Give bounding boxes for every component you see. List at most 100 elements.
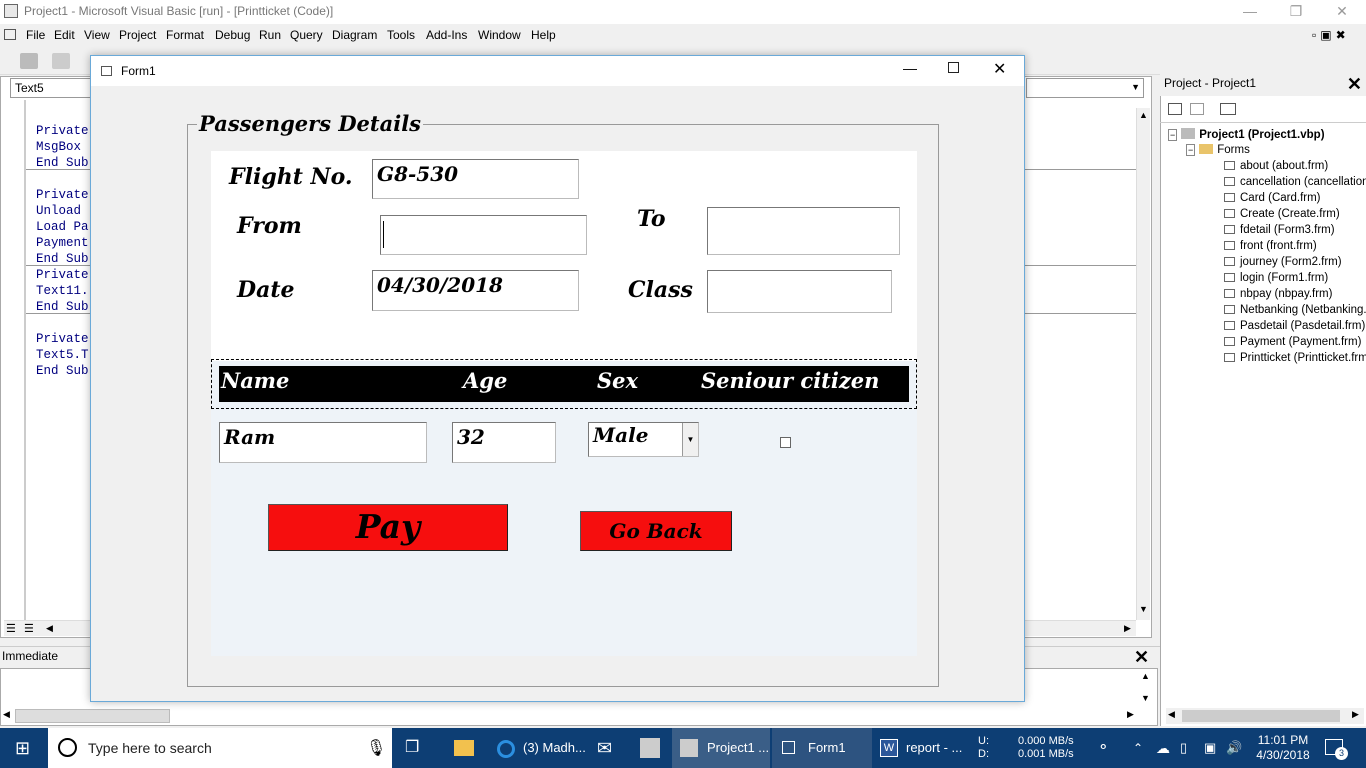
taskbar-app-form1[interactable]: Form1 — [772, 728, 872, 768]
sex-select[interactable]: Male ▼ — [588, 422, 699, 457]
pay-button[interactable]: Pay — [268, 504, 508, 551]
mail-icon[interactable]: ✉ — [597, 728, 612, 768]
form-node[interactable]: nbpay (nbpay.frm) — [1224, 288, 1332, 300]
taskbar-app-icon[interactable] — [640, 738, 660, 758]
hscroll-thumb[interactable] — [15, 709, 170, 723]
code-line[interactable]: Payment — [36, 235, 89, 251]
minimize-icon[interactable]: — — [1227, 0, 1273, 24]
view-code-icon[interactable] — [1168, 103, 1182, 115]
code-line[interactable]: Unload — [36, 203, 81, 219]
toggle-folders-icon[interactable] — [1220, 103, 1236, 115]
collapse-icon[interactable]: − — [1168, 129, 1178, 141]
code-line[interactable]: Private — [36, 331, 89, 347]
form-node[interactable]: cancellation (cancellation. — [1224, 176, 1366, 188]
code-line[interactable]: Text5.T — [36, 347, 89, 363]
chevron-up-icon[interactable]: ⌃ — [1133, 728, 1143, 768]
menu-help[interactable]: Help — [531, 28, 556, 42]
senior-checkbox[interactable] — [780, 437, 791, 448]
clock[interactable]: 11:01 PM 4/30/2018 — [1254, 733, 1312, 763]
hscroll-thumb[interactable] — [1182, 710, 1340, 722]
project-hscrollbar[interactable]: ◀ ▶ — [1166, 708, 1364, 724]
scroll-left-icon[interactable]: ◀ — [3, 709, 10, 720]
scroll-down-icon[interactable]: ▼ — [1139, 604, 1148, 614]
view-object-icon[interactable] — [1190, 103, 1204, 115]
mdi-controls-icon[interactable]: ▫▣✖ — [1312, 28, 1350, 42]
form-node[interactable]: journey (Form2.frm) — [1224, 256, 1342, 268]
to-input[interactable] — [707, 207, 900, 255]
form-node[interactable]: fdetail (Form3.frm) — [1224, 224, 1335, 236]
project-root-node[interactable]: − Project1 (Project1.vbp) — [1168, 128, 1325, 141]
scroll-left-icon[interactable]: ◀ — [46, 623, 53, 634]
code-line[interactable]: MsgBox — [36, 139, 81, 155]
scroll-up-icon[interactable]: ▲ — [1141, 671, 1150, 681]
battery-icon[interactable]: ▯ — [1180, 728, 1187, 768]
code-line[interactable]: Text11. — [36, 283, 89, 299]
windows-start-icon[interactable]: ⊞ — [15, 728, 35, 768]
form-node[interactable]: Card (Card.frm) — [1224, 192, 1321, 204]
scroll-right-icon[interactable]: ▶ — [1124, 623, 1131, 634]
scroll-down-icon[interactable]: ▼ — [1141, 693, 1150, 703]
chevron-down-icon[interactable]: ▼ — [682, 423, 698, 456]
menu-file[interactable]: File — [26, 28, 45, 42]
toolbar-icon[interactable] — [52, 53, 70, 69]
code-vscrollbar[interactable]: ▲ ▼ — [1136, 108, 1150, 620]
restore-icon[interactable]: ❐ — [1273, 0, 1319, 24]
form-node[interactable]: about (about.frm) — [1224, 160, 1328, 172]
procedure-view-icon[interactable]: ☰ — [6, 622, 16, 635]
scroll-up-icon[interactable]: ▲ — [1139, 110, 1148, 120]
age-input[interactable]: 32 — [452, 422, 556, 463]
scroll-right-icon[interactable]: ▶ — [1127, 709, 1134, 720]
menu-debug[interactable]: Debug — [215, 28, 250, 42]
form-node[interactable]: Netbanking (Netbanking.f — [1224, 304, 1366, 316]
collapse-icon[interactable]: − — [1186, 144, 1196, 156]
toolbar-icon[interactable] — [20, 53, 38, 69]
close-icon[interactable]: ✕ — [993, 59, 1006, 79]
scroll-right-icon[interactable]: ▶ — [1352, 709, 1359, 720]
go-back-button[interactable]: Go Back — [580, 511, 732, 551]
task-view-icon[interactable]: ❐ — [405, 728, 419, 768]
people-icon[interactable]: ⚬ — [1097, 728, 1110, 768]
flight-input[interactable]: G8-530 — [372, 159, 579, 199]
taskbar-app-project1[interactable]: Project1 ... — [672, 728, 770, 768]
form-node[interactable]: Printticket (Printticket.frm — [1224, 352, 1366, 364]
menu-diagram[interactable]: Diagram — [332, 28, 377, 42]
taskbar-app-word[interactable]: Wreport - ... — [874, 728, 972, 768]
menu-tools[interactable]: Tools — [387, 28, 415, 42]
close-icon[interactable]: ✕ — [1134, 647, 1149, 668]
from-input[interactable] — [380, 215, 587, 255]
code-line[interactable]: End Sub — [36, 363, 89, 379]
code-line[interactable]: Load Pa — [36, 219, 89, 235]
onedrive-icon[interactable]: ☁ — [1156, 728, 1170, 768]
form-node[interactable]: front (front.frm) — [1224, 240, 1317, 252]
full-module-view-icon[interactable]: ☰ — [24, 622, 34, 635]
code-line[interactable]: Private — [36, 187, 89, 203]
menu-project[interactable]: Project — [119, 28, 156, 42]
name-input[interactable]: Ram — [219, 422, 427, 463]
form-node[interactable]: Pasdetail (Pasdetail.frm) — [1224, 320, 1365, 332]
procedure-combo[interactable]: ▼ — [1026, 78, 1144, 98]
network-icon[interactable]: ▣ — [1204, 728, 1216, 768]
maximize-icon[interactable] — [948, 62, 959, 73]
object-combo[interactable]: Text5 — [10, 78, 94, 98]
menu-run[interactable]: Run — [259, 28, 281, 42]
code-line[interactable]: Private — [36, 267, 89, 283]
close-icon[interactable]: ✕ — [1347, 74, 1362, 95]
menu-edit[interactable]: Edit — [54, 28, 75, 42]
file-explorer-icon[interactable] — [454, 740, 474, 756]
menu-query[interactable]: Query — [290, 28, 323, 42]
code-line[interactable]: Private — [36, 123, 89, 139]
class-input[interactable] — [707, 270, 892, 313]
menu-window[interactable]: Window — [478, 28, 521, 42]
menu-view[interactable]: View — [84, 28, 110, 42]
close-icon[interactable]: ✕ — [1319, 0, 1365, 24]
microphone-icon[interactable]: 🎙 — [366, 738, 386, 758]
menu-add-ins[interactable]: Add-Ins — [426, 28, 467, 42]
menu-format[interactable]: Format — [166, 28, 204, 42]
taskbar-app-edge[interactable]: (3) Madh... — [495, 728, 587, 768]
minimize-icon[interactable]: — — [903, 60, 917, 76]
form-node[interactable]: Payment (Payment.frm) — [1224, 336, 1361, 348]
volume-icon[interactable]: 🔊 — [1226, 728, 1242, 768]
form-node[interactable]: login (Form1.frm) — [1224, 272, 1328, 284]
date-input[interactable]: 04/30/2018 — [372, 270, 579, 311]
scroll-left-icon[interactable]: ◀ — [1168, 709, 1175, 720]
